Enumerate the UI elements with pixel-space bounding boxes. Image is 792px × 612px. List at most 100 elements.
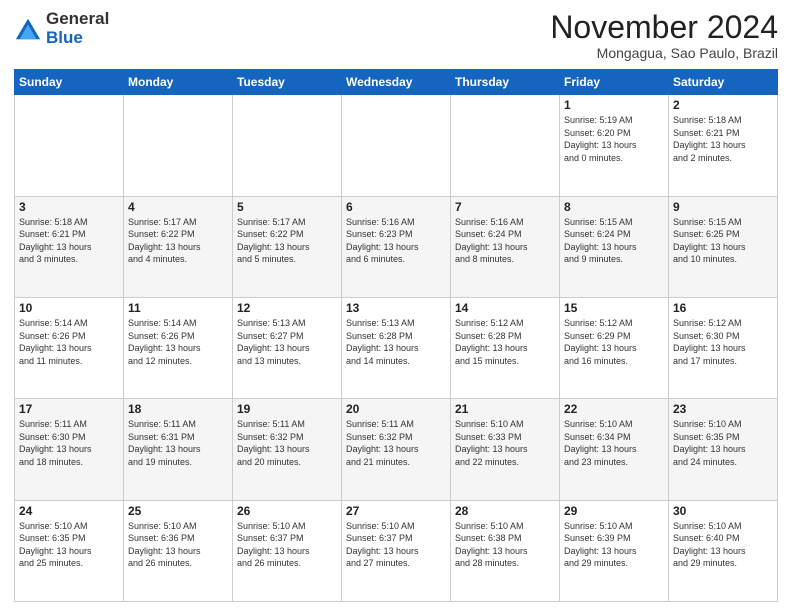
logo-text: General Blue [46, 10, 109, 47]
calendar-week-row: 3 Sunrise: 5:18 AM Sunset: 6:21 PM Daylig… [15, 196, 778, 297]
day-number: 13 [346, 301, 446, 315]
calendar-day-header: Sunday [15, 70, 124, 95]
day-info: Sunrise: 5:19 AM Sunset: 6:20 PM Dayligh… [564, 114, 664, 164]
calendar-cell: 20 Sunrise: 5:11 AM Sunset: 6:32 PM Dayli… [342, 399, 451, 500]
day-number: 30 [673, 504, 773, 518]
day-info: Sunrise: 5:10 AM Sunset: 6:37 PM Dayligh… [237, 520, 337, 570]
calendar-cell: 26 Sunrise: 5:10 AM Sunset: 6:37 PM Dayli… [233, 500, 342, 601]
calendar-cell: 29Sunrise: 5:10 AM Sunset: 6:39 PM Dayli… [560, 500, 669, 601]
day-number: 17 [19, 402, 119, 416]
day-number: 11 [128, 301, 228, 315]
day-number: 14 [455, 301, 555, 315]
calendar-day-header: Monday [124, 70, 233, 95]
calendar-day-header: Tuesday [233, 70, 342, 95]
calendar-cell: 22 Sunrise: 5:10 AM Sunset: 6:34 PM Dayli… [560, 399, 669, 500]
day-info: Sunrise: 5:16 AM Sunset: 6:24 PM Dayligh… [455, 216, 555, 266]
calendar-cell: 30 Sunrise: 5:10 AM Sunset: 6:40 PM Dayli… [669, 500, 778, 601]
day-number: 2 [673, 98, 773, 112]
day-number: 16 [673, 301, 773, 315]
day-number: 21 [455, 402, 555, 416]
day-info: Sunrise: 5:10 AM Sunset: 6:35 PM Dayligh… [19, 520, 119, 570]
day-number: 6 [346, 200, 446, 214]
calendar-cell: 28 Sunrise: 5:10 AM Sunset: 6:38 PM Dayli… [451, 500, 560, 601]
day-number: 7 [455, 200, 555, 214]
calendar-week-row: 17Sunrise: 5:11 AM Sunset: 6:30 PM Dayli… [15, 399, 778, 500]
location: Mongagua, Sao Paulo, Brazil [550, 45, 778, 61]
calendar-day-header: Friday [560, 70, 669, 95]
day-number: 3 [19, 200, 119, 214]
day-info: Sunrise: 5:17 AM Sunset: 6:22 PM Dayligh… [237, 216, 337, 266]
day-number: 22 [564, 402, 664, 416]
calendar-day-header: Saturday [669, 70, 778, 95]
logo-general: General [46, 9, 109, 28]
header: General Blue November 2024 Mongagua, Sao… [14, 10, 778, 61]
calendar-cell: 21Sunrise: 5:10 AM Sunset: 6:33 PM Dayli… [451, 399, 560, 500]
calendar-cell [233, 95, 342, 196]
calendar-cell: 17Sunrise: 5:11 AM Sunset: 6:30 PM Dayli… [15, 399, 124, 500]
month-title: November 2024 [550, 10, 778, 45]
day-info: Sunrise: 5:12 AM Sunset: 6:28 PM Dayligh… [455, 317, 555, 367]
calendar-cell: 16 Sunrise: 5:12 AM Sunset: 6:30 PM Dayli… [669, 297, 778, 398]
calendar-cell: 7 Sunrise: 5:16 AM Sunset: 6:24 PM Daylig… [451, 196, 560, 297]
day-info: Sunrise: 5:18 AM Sunset: 6:21 PM Dayligh… [19, 216, 119, 266]
day-info: Sunrise: 5:14 AM Sunset: 6:26 PM Dayligh… [19, 317, 119, 367]
day-number: 20 [346, 402, 446, 416]
day-number: 10 [19, 301, 119, 315]
title-block: November 2024 Mongagua, Sao Paulo, Brazi… [550, 10, 778, 61]
calendar-cell: 2Sunrise: 5:18 AM Sunset: 6:21 PM Daylig… [669, 95, 778, 196]
day-number: 15 [564, 301, 664, 315]
logo-blue: Blue [46, 28, 83, 47]
calendar-header-row: SundayMondayTuesdayWednesdayThursdayFrid… [15, 70, 778, 95]
calendar-cell: 10 Sunrise: 5:14 AM Sunset: 6:26 PM Dayli… [15, 297, 124, 398]
day-number: 23 [673, 402, 773, 416]
day-info: Sunrise: 5:10 AM Sunset: 6:39 PM Dayligh… [564, 520, 664, 570]
calendar-cell: 27 Sunrise: 5:10 AM Sunset: 6:37 PM Dayli… [342, 500, 451, 601]
day-number: 5 [237, 200, 337, 214]
day-number: 26 [237, 504, 337, 518]
day-number: 28 [455, 504, 555, 518]
calendar-cell: 13 Sunrise: 5:13 AM Sunset: 6:28 PM Dayli… [342, 297, 451, 398]
day-info: Sunrise: 5:13 AM Sunset: 6:28 PM Dayligh… [346, 317, 446, 367]
day-info: Sunrise: 5:15 AM Sunset: 6:25 PM Dayligh… [673, 216, 773, 266]
day-info: Sunrise: 5:11 AM Sunset: 6:32 PM Dayligh… [346, 418, 446, 468]
day-info: Sunrise: 5:10 AM Sunset: 6:35 PM Dayligh… [673, 418, 773, 468]
day-number: 24 [19, 504, 119, 518]
day-number: 25 [128, 504, 228, 518]
day-info: Sunrise: 5:12 AM Sunset: 6:29 PM Dayligh… [564, 317, 664, 367]
day-number: 12 [237, 301, 337, 315]
day-number: 8 [564, 200, 664, 214]
calendar-table: SundayMondayTuesdayWednesdayThursdayFrid… [14, 69, 778, 602]
calendar-cell: 1 Sunrise: 5:19 AM Sunset: 6:20 PM Daylig… [560, 95, 669, 196]
app-container: General Blue November 2024 Mongagua, Sao… [0, 0, 792, 612]
calendar-day-header: Thursday [451, 70, 560, 95]
day-number: 19 [237, 402, 337, 416]
calendar-cell [342, 95, 451, 196]
day-info: Sunrise: 5:10 AM Sunset: 6:40 PM Dayligh… [673, 520, 773, 570]
calendar-cell: 19Sunrise: 5:11 AM Sunset: 6:32 PM Dayli… [233, 399, 342, 500]
calendar-cell: 12Sunrise: 5:13 AM Sunset: 6:27 PM Dayli… [233, 297, 342, 398]
calendar-cell: 25Sunrise: 5:10 AM Sunset: 6:36 PM Dayli… [124, 500, 233, 601]
calendar-cell: 3 Sunrise: 5:18 AM Sunset: 6:21 PM Daylig… [15, 196, 124, 297]
calendar-cell: 18 Sunrise: 5:11 AM Sunset: 6:31 PM Dayli… [124, 399, 233, 500]
day-number: 27 [346, 504, 446, 518]
day-info: Sunrise: 5:10 AM Sunset: 6:38 PM Dayligh… [455, 520, 555, 570]
calendar-cell: 8Sunrise: 5:15 AM Sunset: 6:24 PM Daylig… [560, 196, 669, 297]
day-info: Sunrise: 5:16 AM Sunset: 6:23 PM Dayligh… [346, 216, 446, 266]
day-info: Sunrise: 5:10 AM Sunset: 6:37 PM Dayligh… [346, 520, 446, 570]
day-number: 18 [128, 402, 228, 416]
calendar-cell: 14 Sunrise: 5:12 AM Sunset: 6:28 PM Dayli… [451, 297, 560, 398]
day-info: Sunrise: 5:12 AM Sunset: 6:30 PM Dayligh… [673, 317, 773, 367]
day-info: Sunrise: 5:11 AM Sunset: 6:31 PM Dayligh… [128, 418, 228, 468]
day-number: 1 [564, 98, 664, 112]
calendar-cell: 9Sunrise: 5:15 AM Sunset: 6:25 PM Daylig… [669, 196, 778, 297]
calendar-cell: 11 Sunrise: 5:14 AM Sunset: 6:26 PM Dayli… [124, 297, 233, 398]
calendar-cell: 5 Sunrise: 5:17 AM Sunset: 6:22 PM Daylig… [233, 196, 342, 297]
calendar-week-row: 10 Sunrise: 5:14 AM Sunset: 6:26 PM Dayli… [15, 297, 778, 398]
calendar-day-header: Wednesday [342, 70, 451, 95]
day-info: Sunrise: 5:10 AM Sunset: 6:34 PM Dayligh… [564, 418, 664, 468]
logo-icon [14, 15, 42, 43]
calendar-week-row: 1 Sunrise: 5:19 AM Sunset: 6:20 PM Daylig… [15, 95, 778, 196]
day-info: Sunrise: 5:17 AM Sunset: 6:22 PM Dayligh… [128, 216, 228, 266]
day-info: Sunrise: 5:14 AM Sunset: 6:26 PM Dayligh… [128, 317, 228, 367]
calendar-cell: 23 Sunrise: 5:10 AM Sunset: 6:35 PM Dayli… [669, 399, 778, 500]
